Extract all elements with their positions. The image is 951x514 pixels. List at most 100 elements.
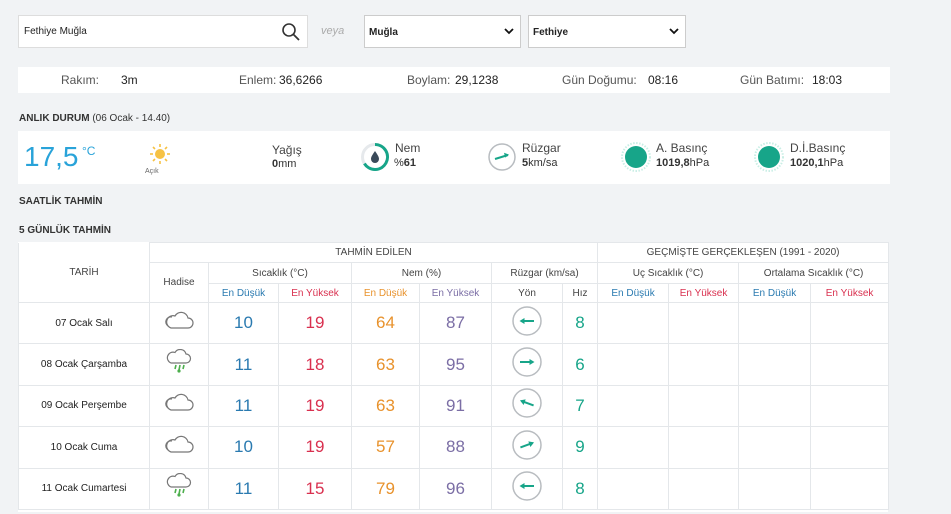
avg-temp-column-header: Ortalama Sıcaklık (°C): [738, 262, 890, 284]
precip-unit: mm: [278, 158, 297, 170]
extreme-low-cell: [597, 343, 670, 386]
avg-high-cell: [810, 384, 890, 428]
hourly-forecast-title[interactable]: SAATLİK TAHMİN: [19, 196, 103, 207]
avg-high-header: En Yüksek: [810, 283, 890, 303]
weather-icon-cell: [149, 301, 209, 345]
avg-low-cell: [738, 384, 812, 428]
avg-low-cell: [738, 426, 812, 469]
enlem-label: Enlem:: [239, 73, 277, 87]
wind-speed-cell: 9: [561, 426, 599, 469]
wind-column-header: Rüzgar (km/sa): [490, 262, 599, 284]
daily-forecast-title: 5 GÜNLÜK TAHMİN: [19, 225, 112, 236]
date-cell: 09 Ocak Perşembe: [18, 384, 150, 428]
extreme-high-cell: [668, 467, 740, 510]
wind-direction-cell: [491, 467, 563, 510]
current-temperature: 17,5: [24, 141, 79, 172]
district-select[interactable]: Fethiye: [528, 15, 686, 48]
date-cell: 07 Ocak Salı: [18, 301, 150, 345]
wind-arrow-icon: [512, 305, 542, 340]
wind-speed-cell: 7: [561, 384, 599, 428]
table-row: 10 Ocak Cuma 10 19 57 88 9: [18, 426, 890, 469]
extreme-low-cell: [597, 426, 670, 469]
pressure-value: 1019,8: [656, 157, 690, 169]
humidity-low-cell: 79: [351, 467, 420, 510]
date-cell: 08 Ocak Çarşamba: [18, 343, 150, 386]
extreme-low-cell: [597, 301, 670, 345]
temp-high-cell: 19: [278, 426, 352, 469]
now-title: ANLIK DURUM (06 Ocak - 14.40): [19, 113, 170, 124]
pressure-label: A. Basınç: [656, 141, 708, 155]
weather-icon-cell: [149, 343, 209, 386]
weather-icon-cell: [149, 384, 209, 428]
humidity-high-cell: 87: [419, 301, 492, 345]
temp-high-cell: 19: [278, 301, 352, 345]
temp-high-cell: 18: [278, 343, 352, 386]
search-icon[interactable]: [281, 22, 301, 42]
wind-speed-cell: 8: [561, 467, 599, 510]
cloud-icon: [163, 435, 195, 459]
event-column-header: Hadise: [149, 262, 209, 303]
precip-value-group: 0mm: [272, 158, 296, 170]
humidity-high-cell: 91: [419, 384, 492, 428]
humidity-low-cell: 63: [351, 343, 420, 386]
humidity-high-header: En Yüksek: [419, 283, 492, 303]
table-row: 11 Ocak Cumartesi 11 15 79 96 8: [18, 467, 890, 510]
pressure-unit: hPa: [689, 157, 710, 169]
avg-high-cell: [810, 426, 890, 469]
forecast-table: TARİH TAHMİN EDİLEN GEÇMİŞTE GERÇEKLEŞEN…: [18, 242, 890, 510]
sunset-value: 18:03: [812, 73, 843, 87]
temp-column-header: Sıcaklık (°C): [208, 262, 352, 284]
enlem-value: 36,6266: [279, 73, 323, 87]
temperature-unit: °C: [82, 144, 96, 158]
pressure-gauge-icon: [621, 142, 651, 172]
humidity-low-cell: 57: [351, 426, 420, 469]
sea-pressure-unit: hPa: [823, 157, 844, 169]
avg-high-cell: [810, 343, 890, 386]
extreme-high-cell: [668, 301, 740, 345]
precip-label: Yağış: [272, 143, 302, 157]
wind-direction-cell: [491, 343, 563, 386]
chevron-down-icon: [669, 28, 679, 35]
wind-value-group: 5km/sa: [522, 157, 557, 169]
province-select[interactable]: Muğla: [364, 15, 521, 48]
extreme-high-header: En Yüksek: [668, 283, 740, 303]
temp-low-cell: 11: [208, 467, 279, 510]
humidity-prefix: %: [394, 157, 404, 169]
extreme-low-header: En Düşük: [597, 283, 670, 303]
humidity-low-cell: 64: [351, 301, 420, 345]
location-info-bar: Rakım: 3m Enlem: 36,6266 Boylam: 29,1238…: [18, 67, 890, 93]
humidity-high-cell: 96: [419, 467, 492, 510]
sea-pressure-value-group: 1020,1hPa: [790, 157, 843, 169]
avg-low-cell: [738, 467, 812, 510]
forecast-group-header: TAHMİN EDİLEN: [148, 242, 599, 263]
temp-low-header: En Düşük: [208, 283, 279, 303]
sunrise-value: 08:16: [648, 73, 679, 87]
condition-label: Açık: [145, 168, 159, 175]
now-timestamp: (06 Ocak - 14.40): [92, 113, 171, 124]
extreme-high-cell: [668, 426, 740, 469]
wind-direction-cell: [491, 384, 563, 428]
district-select-value: Fethiye: [533, 27, 569, 38]
wind-direction-cell: [491, 301, 563, 345]
temp-high-cell: 15: [278, 467, 352, 510]
wind-label: Rüzgar: [522, 141, 561, 155]
rain-cloud-icon: [165, 473, 193, 503]
forecast-rows: 07 Ocak Salı 10 19 64 87 8 08 Ocak Çarşamba 11 1…: [18, 301, 890, 510]
boylam-label: Boylam:: [407, 73, 451, 87]
search-input[interactable]: [19, 16, 274, 47]
humidity-low-header: En Düşük: [351, 283, 420, 303]
humidity-label: Nem: [395, 141, 421, 155]
sea-pressure-value: 1020,1: [790, 157, 824, 169]
sun-icon: [150, 144, 170, 164]
table-row: 08 Ocak Çarşamba 11 18 63 95 6: [18, 343, 890, 386]
avg-low-cell: [738, 343, 812, 386]
wind-unit: km/sa: [528, 157, 558, 169]
avg-high-cell: [810, 467, 890, 510]
weather-icon-cell: [149, 426, 209, 469]
search-box: [18, 15, 308, 48]
sea-pressure-gauge-icon: [754, 142, 784, 172]
wind-arrow-icon: [512, 430, 542, 464]
humidity-low-cell: 63: [351, 384, 420, 428]
humidity-high-cell: 95: [419, 343, 492, 386]
extreme-low-cell: [597, 384, 670, 428]
